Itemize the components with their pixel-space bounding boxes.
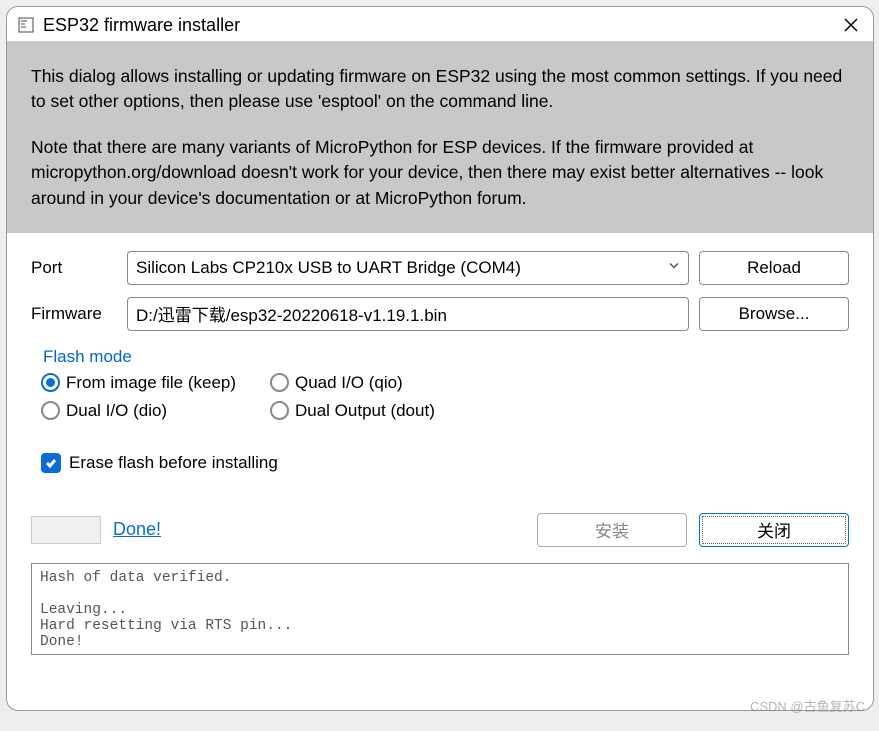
flash-mode-option-dout[interactable]: Dual Output (dout) — [270, 401, 480, 421]
port-select[interactable]: Silicon Labs CP210x USB to UART Bridge (… — [127, 251, 689, 285]
port-label: Port — [31, 258, 117, 278]
browse-button[interactable]: Browse... — [699, 297, 849, 331]
radio-label: Dual I/O (dio) — [66, 401, 167, 421]
radio-label: Quad I/O (qio) — [295, 373, 403, 393]
flash-mode-option-keep[interactable]: From image file (keep) — [41, 373, 266, 393]
radio-icon — [41, 373, 60, 392]
install-button[interactable]: 安装 — [537, 513, 687, 547]
intro-paragraph-2: Note that there are many variants of Mic… — [31, 135, 849, 211]
firmware-path-input[interactable] — [127, 297, 689, 331]
close-icon[interactable] — [839, 13, 863, 37]
radio-label: Dual Output (dout) — [295, 401, 435, 421]
form-area: Port Silicon Labs CP210x USB to UART Bri… — [7, 233, 873, 341]
port-selected-value: Silicon Labs CP210x USB to UART Bridge (… — [136, 258, 521, 278]
port-row: Port Silicon Labs CP210x USB to UART Bri… — [31, 251, 849, 285]
firmware-row: Firmware Browse... — [31, 297, 849, 331]
window-title: ESP32 firmware installer — [43, 15, 831, 36]
flash-mode-legend: Flash mode — [39, 347, 136, 367]
intro-paragraph-1: This dialog allows installing or updatin… — [31, 64, 849, 115]
dialog-window: ESP32 firmware installer This dialog all… — [6, 6, 874, 711]
firmware-label: Firmware — [31, 304, 117, 324]
progress-indicator — [31, 516, 101, 544]
flash-mode-option-dio[interactable]: Dual I/O (dio) — [41, 401, 266, 421]
flash-mode-option-qio[interactable]: Quad I/O (qio) — [270, 373, 480, 393]
titlebar: ESP32 firmware installer — [7, 7, 873, 42]
radio-icon — [41, 401, 60, 420]
intro-panel: This dialog allows installing or updatin… — [7, 42, 873, 233]
erase-flash-checkbox[interactable]: Erase flash before installing — [41, 453, 839, 473]
flash-mode-options: From image file (keep) Quad I/O (qio) Du… — [41, 373, 839, 421]
radio-label: From image file (keep) — [66, 373, 236, 393]
flash-mode-fieldset: Flash mode From image file (keep) Quad I… — [31, 347, 849, 431]
done-status-link[interactable]: Done! — [113, 519, 161, 540]
checkbox-checked-icon — [41, 453, 61, 473]
log-output[interactable]: Hash of data verified. Leaving... Hard r… — [31, 563, 849, 655]
reload-button[interactable]: Reload — [699, 251, 849, 285]
close-button[interactable]: 关闭 — [699, 513, 849, 547]
action-row: Done! 安装 关闭 — [31, 513, 849, 547]
radio-icon — [270, 401, 289, 420]
radio-icon — [270, 373, 289, 392]
erase-flash-label: Erase flash before installing — [69, 453, 278, 473]
app-icon — [17, 16, 35, 34]
